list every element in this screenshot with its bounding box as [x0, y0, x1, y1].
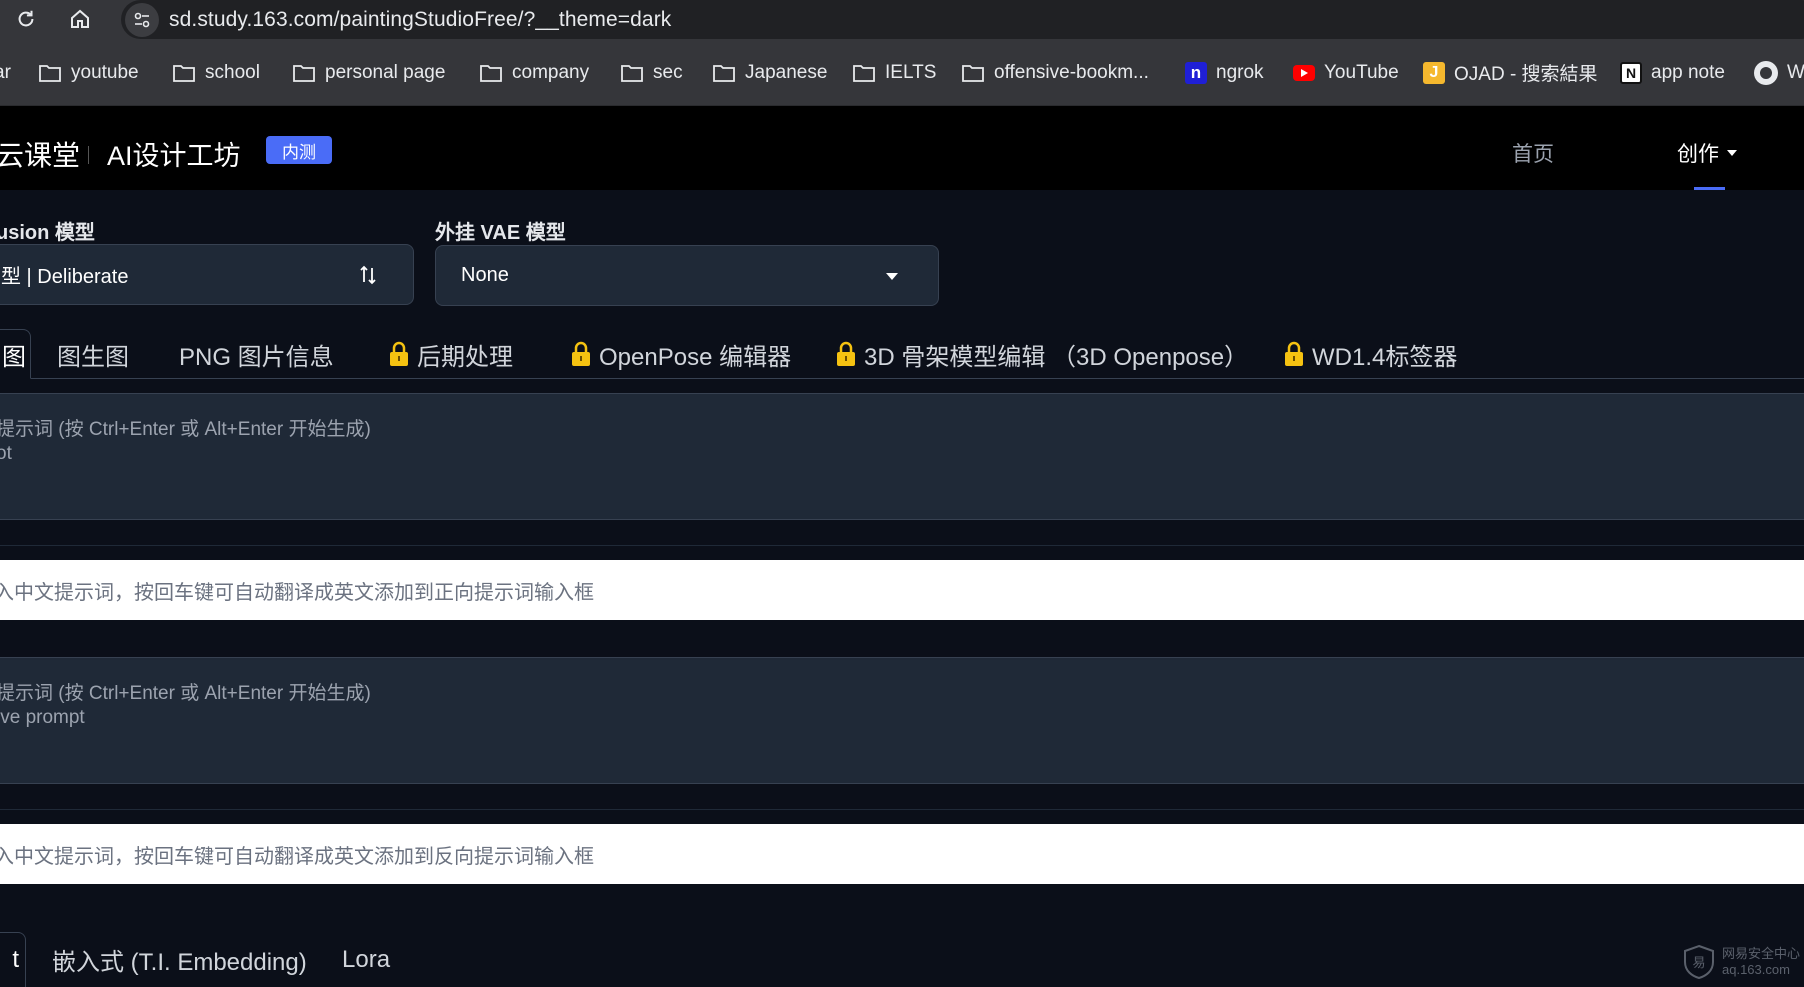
positive-prompt-placeholder: 提示词 (按 Ctrl+Enter 或 Alt+Enter 开始生成) [0, 419, 371, 440]
bookmark-w[interactable]: W [1754, 39, 1804, 106]
nav-create-label: 创作 [1677, 143, 1719, 166]
folder-icon [853, 64, 875, 82]
bookmark-school-folder[interactable]: school [172, 39, 260, 106]
home-button[interactable] [64, 3, 96, 35]
bookmark-japanese-folder[interactable]: Japanese [712, 39, 827, 106]
url-text[interactable]: sd.study.163.com/paintingStudioFree/?__t… [169, 8, 671, 32]
tab-openpose-editor[interactable]: OpenPose 编辑器 [571, 329, 791, 379]
watermark-line2: aq.163.com [1722, 962, 1790, 977]
bookmark-sec-folder[interactable]: sec [620, 39, 683, 106]
bookmark-youtube-folder[interactable]: youtube [38, 39, 139, 106]
main-panel: usion 模型 型 | Deliberate 外挂 VAE 模型 None 图… [0, 190, 1804, 987]
negative-translate-placeholder: 入中文提示词，按回车键可自动翻译成英文添加到反向提示词输入框 [0, 845, 594, 868]
site-header: 云课堂 AI设计工坊 内测 首页 创作 [0, 106, 1804, 190]
folder-icon [293, 64, 315, 82]
address-bar[interactable]: sd.study.163.com/paintingStudioFree/?__t… [121, 0, 1804, 39]
svg-text:易: 易 [1692, 956, 1705, 971]
vae-model-select[interactable]: None [435, 245, 939, 306]
bookmark-ojad[interactable]: J OJAD - 搜索結果 [1423, 39, 1598, 106]
tab-txt2img[interactable]: 图 [0, 329, 31, 379]
bookmark-youtube[interactable]: YouTube [1293, 39, 1399, 106]
nav-create-menu[interactable]: 创作 [1677, 138, 1737, 168]
ngrok-icon: n [1185, 61, 1207, 84]
tab-textual-inversion[interactable]: t [0, 932, 26, 987]
sd-model-label: usion 模型 [0, 222, 95, 244]
tab-extras[interactable]: 后期处理 [389, 329, 513, 379]
negative-prompt-placeholder-2: ive prompt [0, 707, 85, 728]
folder-icon [713, 64, 735, 82]
tab-lora[interactable]: Lora [342, 932, 390, 987]
lock-icon [572, 341, 590, 366]
brand-subtitle: AI设计工坊 [107, 141, 241, 171]
positive-prompt-toolbar [0, 520, 1804, 546]
lock-icon [1285, 341, 1303, 366]
vae-model-label: 外挂 VAE 模型 [435, 222, 566, 244]
tab-wd14-tagger[interactable]: WD1.4标签器 [1284, 329, 1457, 379]
bookmark-personal-page-folder[interactable]: personal page [292, 39, 445, 106]
notion-icon: N [1620, 61, 1642, 84]
beta-badge: 内测 [266, 136, 332, 164]
negative-prompt-input[interactable]: 提示词 (按 Ctrl+Enter 或 Alt+Enter 开始生成) ive … [0, 657, 1804, 784]
watermark-line1: 网易安全中心 [1722, 946, 1801, 961]
folder-icon [962, 64, 984, 82]
globe-icon [1754, 60, 1778, 85]
folder-icon [173, 64, 195, 82]
folder-icon [39, 64, 61, 82]
bookmark-ielts-folder[interactable]: IELTS [852, 39, 936, 106]
site-info-icon[interactable] [125, 2, 159, 37]
brand-divider [88, 146, 89, 164]
tab-png-info[interactable]: PNG 图片信息 [179, 329, 334, 379]
positive-translate-placeholder: 入中文提示词，按回车键可自动翻译成英文添加到正向提示词输入框 [0, 581, 594, 604]
negative-translate-input[interactable]: 入中文提示词，按回车键可自动翻译成英文添加到反向提示词输入框 [0, 824, 1804, 884]
negative-prompt-toolbar [0, 784, 1804, 810]
swap-sort-icon [360, 265, 376, 285]
caret-down-icon [1727, 150, 1737, 156]
dropdown-arrow-icon [886, 273, 898, 280]
extra-networks-tabs: t 嵌入式 (T.I. Embedding) Lora [0, 922, 1804, 987]
function-tabs: 图 图生图 PNG 图片信息 后期处理 OpenPose 编辑器 3D 骨架模型… [0, 329, 1804, 379]
folder-icon [480, 64, 502, 82]
ojad-icon: J [1423, 61, 1445, 84]
positive-prompt-input[interactable]: 提示词 (按 Ctrl+Enter 或 Alt+Enter 开始生成) ot [0, 393, 1804, 520]
folder-icon [621, 64, 643, 82]
brand-logo[interactable]: 云课堂 [0, 134, 80, 174]
bookmark-company-folder[interactable]: company [479, 39, 589, 106]
sd-model-select[interactable]: 型 | Deliberate [0, 244, 414, 305]
browser-toolbar: sd.study.163.com/paintingStudioFree/?__t… [0, 0, 1804, 39]
tab-3d-openpose[interactable]: 3D 骨架模型编辑 （3D Openpose） [836, 329, 1248, 379]
youtube-icon [1293, 64, 1315, 81]
bookmark-offensive-folder[interactable]: offensive-bookm... [961, 39, 1149, 106]
lock-icon [390, 341, 408, 366]
bookmark-app-note[interactable]: N app note [1620, 39, 1725, 106]
reload-icon [18, 10, 34, 27]
lock-icon [837, 341, 855, 366]
shield-icon: 易 [1684, 944, 1714, 980]
security-watermark: 易 网易安全中心 aq.163.com [1682, 944, 1800, 980]
bookmark-ar[interactable]: ar [0, 39, 11, 106]
tab-img2img[interactable]: 图生图 [57, 329, 129, 379]
bookmark-ngrok[interactable]: n ngrok [1185, 39, 1264, 106]
home-icon [71, 9, 89, 28]
reload-button[interactable] [10, 3, 42, 35]
positive-prompt-placeholder-2: ot [0, 443, 12, 464]
positive-translate-input[interactable]: 入中文提示词，按回车键可自动翻译成英文添加到正向提示词输入框 [0, 560, 1804, 620]
vae-model-value: None [461, 264, 509, 286]
negative-prompt-placeholder: 提示词 (按 Ctrl+Enter 或 Alt+Enter 开始生成) [0, 683, 371, 704]
tab-embedding[interactable]: 嵌入式 (T.I. Embedding) [52, 932, 307, 987]
nav-home-link[interactable]: 首页 [1512, 138, 1554, 168]
bookmarks-bar: ar youtube school personal page company … [0, 39, 1804, 106]
sd-model-value: 型 | Deliberate [1, 266, 129, 288]
